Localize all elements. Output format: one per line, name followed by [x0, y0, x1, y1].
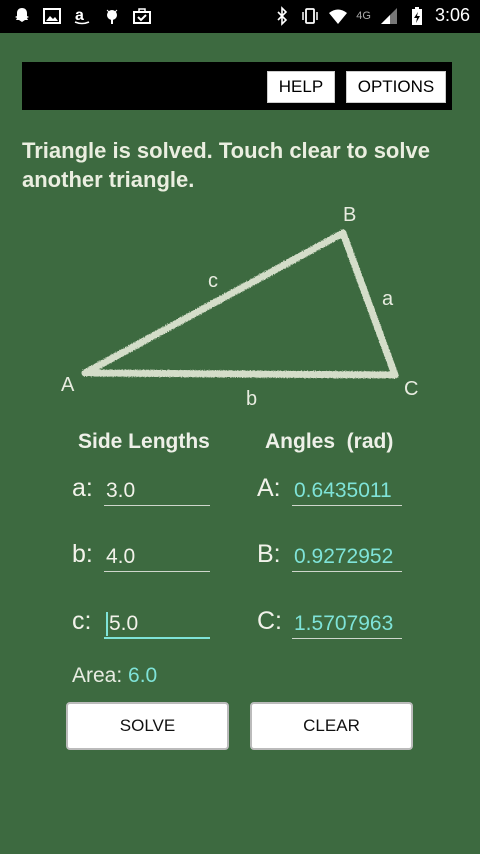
angle-c-output[interactable]: 1.5707963 [292, 609, 402, 639]
side-a-input[interactable]: 3.0 [104, 476, 210, 506]
vertex-label-a: A [61, 374, 75, 396]
android-debug-icon [106, 9, 118, 24]
side-label-b: b [246, 388, 257, 410]
briefcase-check-icon [133, 8, 151, 24]
angle-b-label: B: [257, 540, 281, 568]
triangle-diagram: A B C c a b [61, 204, 418, 410]
side-label-a: a [382, 288, 394, 310]
side-b-input[interactable]: 4.0 [104, 542, 210, 572]
bluetooth-icon [277, 5, 288, 26]
text-cursor [106, 612, 108, 637]
help-button[interactable]: HELP [267, 71, 335, 103]
signal-icon [380, 7, 397, 24]
angle-a-label: A: [257, 474, 281, 502]
vibrate-icon [302, 7, 319, 24]
angle-a-output[interactable]: 0.6435011 [292, 476, 402, 506]
area-label: Area: [72, 664, 123, 687]
wifi-icon [329, 9, 348, 24]
area-row: Area: 6.0 [72, 664, 157, 688]
side-c-input[interactable]: 5.0 [104, 609, 210, 639]
svg-text:a: a [75, 7, 84, 24]
area-value: 6.0 [128, 664, 158, 687]
clock: 3:06 [434, 5, 470, 25]
side-c-label: c: [72, 607, 92, 635]
side-b-label: b: [72, 540, 93, 568]
battery-charging-icon [411, 6, 422, 25]
side-a-label: a: [72, 474, 93, 502]
snapchat-icon [15, 8, 29, 22]
notification-icons: a [12, 6, 152, 26]
image-icon [43, 8, 61, 24]
status-bar: a 4G 3:06 [0, 0, 480, 33]
side-label-c: c [208, 270, 218, 292]
status-message: Triangle is solved. Touch clear to solve… [22, 138, 430, 192]
vertex-label-b: B [343, 204, 356, 226]
side-c-value: 5.0 [109, 612, 139, 635]
system-icons: 4G 3:06 [272, 5, 470, 26]
clear-button[interactable]: CLEAR [250, 702, 413, 750]
side-lengths-header: Side Lengths [78, 430, 210, 453]
amazon-icon: a [74, 7, 90, 25]
solve-button[interactable]: SOLVE [66, 702, 229, 750]
vertex-label-c: C [404, 378, 418, 400]
angle-c-label: C: [257, 607, 282, 635]
options-button[interactable]: OPTIONS [346, 71, 446, 103]
angles-header: Angles (rad) [265, 430, 394, 453]
network-type: 4G [356, 9, 371, 22]
angle-b-output[interactable]: 0.9272952 [292, 542, 402, 572]
action-toolbar: HELP OPTIONS [22, 62, 452, 110]
triangle-shape [81, 229, 399, 379]
